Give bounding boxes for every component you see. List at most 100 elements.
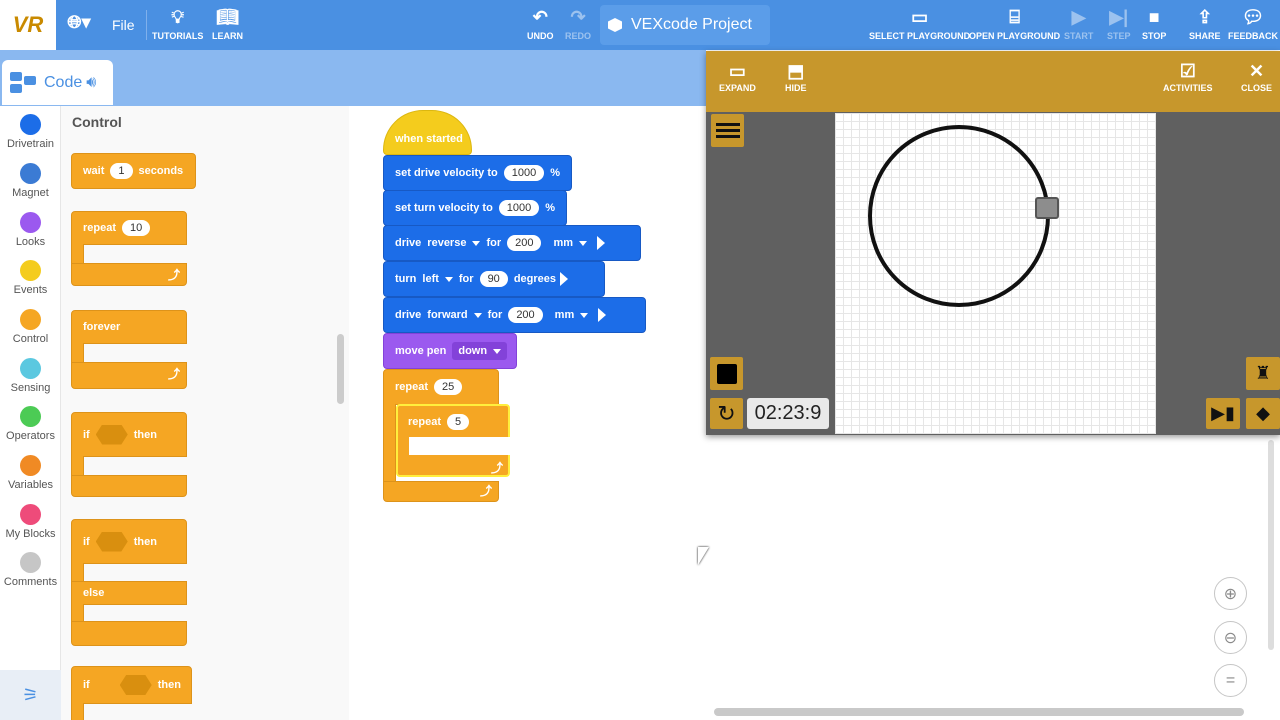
monitor-icon: ▭ (911, 7, 929, 27)
vr-logo: VR (0, 0, 56, 50)
direction-dropdown[interactable]: left (422, 273, 453, 285)
expand-button[interactable]: ▭ EXPAND (719, 51, 756, 93)
repeat-count-input[interactable]: 25 (434, 379, 463, 395)
category-sensing[interactable]: Sensing (0, 358, 61, 394)
category-magnet[interactable]: Magnet (0, 163, 61, 199)
category-label: Sensing (10, 382, 51, 394)
tab-code[interactable]: Code 🔊︎ (2, 60, 113, 105)
file-menu[interactable]: File (112, 17, 135, 33)
expand-arrow-icon[interactable] (598, 308, 607, 322)
category-label: Comments (3, 576, 58, 588)
category-operators[interactable]: Operators (0, 406, 61, 442)
project-name[interactable]: VEXcode Project (600, 5, 770, 45)
unit-dropdown[interactable]: mm (553, 237, 587, 249)
category-looks[interactable]: Looks (0, 212, 61, 248)
unit-dropdown[interactable]: mm (555, 309, 589, 321)
workspace-horizontal-scrollbar[interactable] (714, 708, 1244, 716)
repeat-count-input[interactable]: 5 (447, 413, 470, 430)
category-events[interactable]: Events (0, 260, 61, 296)
drive-velocity-input[interactable]: 1000 (503, 165, 545, 181)
distance-input[interactable]: 200 (508, 307, 543, 323)
camera-button[interactable]: ▶▮ (1206, 398, 1240, 429)
zoom-reset-button[interactable]: = (1214, 664, 1247, 697)
condition-slot[interactable] (119, 675, 152, 695)
category-dot (20, 552, 41, 573)
speaker-icon[interactable]: 🔊︎ (86, 74, 96, 92)
category-dot (20, 406, 41, 427)
condition-slot[interactable] (95, 531, 128, 552)
set-turn-velocity-block[interactable]: set turn velocity to 1000 % (383, 190, 567, 226)
category-label: Magnet (12, 187, 49, 199)
category-my-blocks[interactable]: My Blocks (0, 504, 61, 540)
category-label: Variables (7, 479, 54, 491)
hide-button[interactable]: ⬒ HIDE (785, 51, 807, 93)
category-control[interactable]: Control (0, 309, 61, 345)
expand-icon: ▭ (728, 61, 746, 81)
drive-for-block[interactable]: drive forward for 200 mm (383, 297, 646, 333)
pen-color-button[interactable] (710, 357, 743, 390)
learn-button[interactable]: 📖︎ LEARN (212, 0, 243, 41)
camera-icon: ▶▮ (1211, 403, 1235, 423)
distance-input[interactable]: 200 (507, 235, 542, 251)
redo-button[interactable]: ↷ REDO (565, 0, 591, 41)
turn-velocity-input[interactable]: 1000 (498, 200, 540, 216)
category-drivetrain[interactable]: Drivetrain (0, 114, 61, 150)
wait-block[interactable]: wait 1 seconds (71, 153, 196, 189)
category-dot (20, 309, 41, 330)
playground-menu-button[interactable] (711, 114, 744, 147)
step-button[interactable]: ▶| STEP (1107, 0, 1131, 41)
turn-for-block[interactable]: turn left for 90 degrees (383, 261, 605, 297)
zoom-in-icon: ⊕ (1223, 585, 1238, 603)
activities-button[interactable]: ☑ ACTIVITIES (1163, 51, 1213, 93)
start-button[interactable]: ▶ START (1064, 0, 1093, 41)
book-icon: 📖︎ (216, 7, 239, 27)
palette-scrollbar[interactable] (337, 334, 344, 404)
feedback-icon: 💬︎ (1241, 7, 1265, 27)
feedback-button[interactable]: 💬︎ FEEDBACK (1228, 0, 1278, 41)
robot-view-button[interactable]: ♜ (1246, 357, 1280, 390)
loop-arrow-icon: ⤴ (480, 484, 493, 498)
direction-dropdown[interactable]: forward (427, 309, 481, 321)
hamburger-icon (715, 123, 740, 138)
angle-input[interactable]: 90 (479, 271, 508, 287)
sensor-view-button[interactable]: ◆ (1246, 398, 1280, 429)
undo-button[interactable]: ↶ UNDO (527, 0, 554, 41)
zoom-out-button[interactable]: ⊖ (1214, 621, 1247, 654)
category-label: My Blocks (5, 528, 56, 540)
zoom-in-button[interactable]: ⊕ (1214, 577, 1247, 610)
playground-window: ▭ EXPAND ⬒ HIDE ☑ ACTIVITIES ✕ CLOSE ↻ 0… (706, 51, 1280, 435)
expand-arrow-icon[interactable] (560, 272, 569, 286)
share-button[interactable]: ⇪ SHARE (1189, 0, 1221, 41)
expand-arrow-icon[interactable] (597, 236, 606, 250)
divider (146, 10, 147, 40)
category-dot (20, 212, 41, 233)
block-extensions-button[interactable]: ⚞ (0, 670, 61, 720)
language-button[interactable]: 🌐︎▾ (62, 5, 96, 33)
loop-arrow-icon: ⤴ (491, 461, 504, 475)
wait-seconds-input[interactable]: 1 (110, 163, 133, 179)
tutorials-button[interactable]: 💡︎ TUTORIALS (152, 0, 203, 41)
condition-slot[interactable] (95, 424, 128, 445)
share-icon: ⇪ (1197, 7, 1213, 27)
category-comments[interactable]: Comments (0, 552, 61, 588)
robot (1035, 197, 1059, 219)
workspace-vertical-scrollbar[interactable] (1268, 440, 1274, 650)
category-dot (20, 163, 41, 184)
direction-dropdown[interactable]: reverse (427, 237, 480, 249)
reset-icon: ↻ (717, 400, 736, 426)
palette-title: Control (72, 114, 122, 130)
open-playground-button[interactable]: ⌸ OPEN PLAYGROUND (969, 0, 1060, 41)
stop-button[interactable]: ■ STOP (1142, 0, 1166, 41)
drive-for-block[interactable]: drive reverse for 200 mm (383, 225, 641, 261)
reset-button[interactable]: ↻ (710, 398, 743, 429)
select-playground-button[interactable]: ▭ SELECT PLAYGROUND (869, 0, 970, 41)
set-drive-velocity-block[interactable]: set drive velocity to 1000 % (383, 155, 572, 191)
category-variables[interactable]: Variables (0, 455, 61, 491)
repeat-count-input[interactable]: 10 (122, 220, 151, 236)
zoom-out-icon: ⊖ (1223, 629, 1238, 647)
move-pen-block[interactable]: move pen down (383, 333, 517, 369)
pen-dropdown[interactable]: down (452, 342, 508, 360)
close-button[interactable]: ✕ CLOSE (1241, 51, 1272, 93)
globe-icon: 🌐︎▾ (67, 12, 91, 32)
timer-display: 02:23:9 (747, 398, 829, 429)
